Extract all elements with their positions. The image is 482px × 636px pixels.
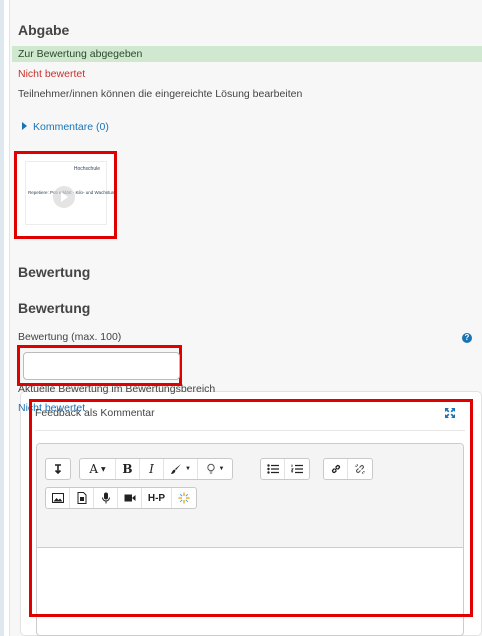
submission-status: Zur Bewertung abgegeben xyxy=(18,48,143,60)
comments-link-label: Kommentare (0) xyxy=(33,121,109,133)
document-icon[interactable] xyxy=(70,488,94,508)
thumbnail-logo: Hochschule xyxy=(73,166,100,172)
toolbar-group-media: H-P xyxy=(45,487,197,509)
video-thumbnail[interactable]: Hochschule Repetiere: Poti erklärt - Kil… xyxy=(25,161,116,225)
brush-icon[interactable]: ▼ xyxy=(164,459,198,479)
font-size-icon[interactable]: A ▼ xyxy=(80,459,116,479)
play-icon[interactable] xyxy=(53,186,75,208)
expand-icon[interactable] xyxy=(444,406,456,418)
bold-label: B xyxy=(122,462,133,476)
video-icon[interactable] xyxy=(118,488,142,508)
italic-icon[interactable]: I xyxy=(140,459,164,479)
submission-status-row: Zur Bewertung abgegeben xyxy=(12,46,482,62)
toolbar-group-links xyxy=(323,458,373,480)
grading-status: Nicht bewertet xyxy=(18,68,86,80)
bold-icon[interactable]: B xyxy=(116,459,140,479)
grading-subheading: Bewertung xyxy=(18,300,91,316)
bullet-list-icon[interactable] xyxy=(261,459,285,479)
comments-link[interactable]: Kommentare (0) xyxy=(22,121,109,133)
thumbnail-highlight: Hochschule Repetiere: Poti erklärt - Kil… xyxy=(14,151,117,239)
editor-toolbar: A ▼ B I ▼ ▼ H-P xyxy=(37,444,463,548)
page-left-border xyxy=(0,0,4,636)
h5p-label: H-P xyxy=(147,492,166,504)
italic-label: I xyxy=(149,462,154,476)
grading-heading: Bewertung xyxy=(18,264,91,280)
grade-label: Bewertung (max. 100) xyxy=(18,331,122,343)
feedback-label: Feedback als Kommentar xyxy=(35,407,155,419)
microphone-icon[interactable] xyxy=(94,488,118,508)
h5p-icon[interactable]: H-P xyxy=(142,488,172,508)
font-size-label: A xyxy=(89,462,99,476)
unlink-icon[interactable] xyxy=(348,459,372,479)
toolbar-group-collapse xyxy=(45,458,71,480)
feedback-divider xyxy=(35,430,465,431)
image-icon[interactable] xyxy=(46,488,70,508)
toolbar-group-text: A ▼ B I ▼ ▼ xyxy=(79,458,233,480)
link-icon[interactable] xyxy=(324,459,348,479)
expand-triangle-icon xyxy=(22,122,27,130)
submission-heading: Abgabe xyxy=(18,22,70,38)
help-icon[interactable]: ? xyxy=(462,333,472,343)
feedback-editor[interactable]: A ▼ B I ▼ ▼ H-P xyxy=(36,443,464,636)
current-grade-label: Aktuelle Bewertung im Bewertungsbereich xyxy=(18,383,216,395)
edit-note: Teilnehmer/innen können die eingereichte… xyxy=(18,88,303,100)
sparkle-icon[interactable] xyxy=(172,488,196,508)
collapse-icon[interactable] xyxy=(46,459,70,479)
bulb-icon[interactable]: ▼ xyxy=(198,459,232,479)
grade-input[interactable] xyxy=(23,352,180,380)
toolbar-group-lists xyxy=(260,458,310,480)
numbered-list-icon[interactable] xyxy=(285,459,309,479)
grade-input-highlight xyxy=(17,345,182,386)
